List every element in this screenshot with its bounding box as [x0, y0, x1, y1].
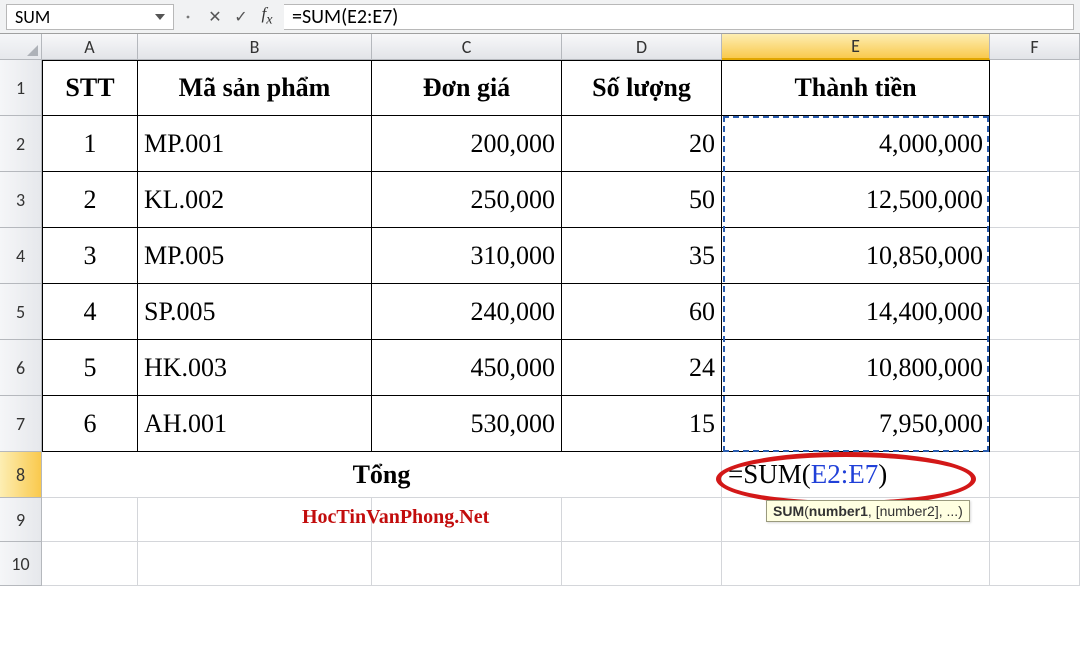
cell-F3[interactable]: [990, 172, 1080, 228]
row-header-10[interactable]: 10: [0, 542, 42, 586]
row-header-2[interactable]: 2: [0, 116, 42, 172]
cell-F6[interactable]: [990, 340, 1080, 396]
cell-C10[interactable]: [372, 542, 562, 586]
formula-suffix: ): [878, 459, 887, 490]
cell-D3[interactable]: 50: [562, 172, 722, 228]
cell-E7[interactable]: 7,950,000: [722, 396, 990, 452]
row-header-6[interactable]: 6: [0, 340, 42, 396]
cell-D6[interactable]: 24: [562, 340, 722, 396]
cell-A4[interactable]: 3: [42, 228, 138, 284]
cell-B7[interactable]: AH.001: [138, 396, 372, 452]
col-header-D[interactable]: D: [562, 34, 722, 60]
row-header-3[interactable]: 3: [0, 172, 42, 228]
cell-A2[interactable]: 1: [42, 116, 138, 172]
cell-F2[interactable]: [990, 116, 1080, 172]
row-header-5[interactable]: 5: [0, 284, 42, 340]
cell-B2[interactable]: MP.001: [138, 116, 372, 172]
cell-A6[interactable]: 5: [42, 340, 138, 396]
formula-range: E2:E7: [811, 459, 879, 490]
cell-E1[interactable]: Thành tiền: [722, 60, 990, 116]
watermark-text: HocTinVanPhong.Net: [302, 506, 489, 529]
cell-E5[interactable]: 14,400,000: [722, 284, 990, 340]
cell-E10[interactable]: [722, 542, 990, 586]
cell-A9[interactable]: [42, 498, 138, 542]
row-header-7[interactable]: 7: [0, 396, 42, 452]
cell-C3[interactable]: 250,000: [372, 172, 562, 228]
cell-C5[interactable]: 240,000: [372, 284, 562, 340]
col-header-B[interactable]: B: [138, 34, 372, 60]
cell-A1[interactable]: STT: [42, 60, 138, 116]
cell-D9[interactable]: [562, 498, 722, 542]
select-all-corner[interactable]: [0, 34, 42, 60]
cell-E3[interactable]: 12,500,000: [722, 172, 990, 228]
cell-B1[interactable]: Mã sản phẩm: [138, 60, 372, 116]
cell-E4[interactable]: 10,850,000: [722, 228, 990, 284]
cell-D4[interactable]: 35: [562, 228, 722, 284]
cell-A10[interactable]: [42, 542, 138, 586]
formula-input[interactable]: =SUM(E2:E7): [284, 4, 1074, 30]
cell-E6[interactable]: 10,800,000: [722, 340, 990, 396]
cell-C2[interactable]: 200,000: [372, 116, 562, 172]
cell-C1[interactable]: Đơn giá: [372, 60, 562, 116]
cell-F8[interactable]: [990, 452, 1080, 498]
col-header-A[interactable]: A: [42, 34, 138, 60]
cell-F10[interactable]: [990, 542, 1080, 586]
cell-B10[interactable]: [138, 542, 372, 586]
cell-D7[interactable]: 15: [562, 396, 722, 452]
function-tooltip: SUM(number1, [number2], ...): [766, 500, 970, 522]
cell-D10[interactable]: [562, 542, 722, 586]
cell-C6[interactable]: 450,000: [372, 340, 562, 396]
tooltip-fn: SUM: [773, 503, 804, 519]
formula-prefix: =SUM(: [728, 459, 811, 490]
cell-E8-active[interactable]: =SUM(E2:E7): [722, 452, 990, 498]
formula-text: =SUM(E2:E7): [292, 5, 398, 29]
cell-D2[interactable]: 20: [562, 116, 722, 172]
cell-B4[interactable]: MP.005: [138, 228, 372, 284]
cell-A5[interactable]: 4: [42, 284, 138, 340]
enter-icon[interactable]: ✓: [228, 4, 254, 30]
cell-F5[interactable]: [990, 284, 1080, 340]
spreadsheet-grid[interactable]: A B C D E F 1 STT Mã sản phẩm Đơn giá Số…: [0, 34, 1080, 586]
row-header-8[interactable]: 8: [0, 452, 42, 498]
name-box-value: SUM: [15, 6, 50, 28]
name-box-expand[interactable]: [174, 9, 202, 25]
formula-bar: SUM ✕ ✓ fx =SUM(E2:E7): [0, 0, 1080, 34]
cell-A8-total-label[interactable]: Tổng: [42, 452, 722, 498]
cell-D1[interactable]: Số lượng: [562, 60, 722, 116]
cell-F9[interactable]: [990, 498, 1080, 542]
row-header-1[interactable]: 1: [0, 60, 42, 116]
cell-A7[interactable]: 6: [42, 396, 138, 452]
col-header-C[interactable]: C: [372, 34, 562, 60]
cell-F7[interactable]: [990, 396, 1080, 452]
cell-D5[interactable]: 60: [562, 284, 722, 340]
cell-F4[interactable]: [990, 228, 1080, 284]
cell-B5[interactable]: SP.005: [138, 284, 372, 340]
cell-B6[interactable]: HK.003: [138, 340, 372, 396]
name-box[interactable]: SUM: [6, 4, 174, 30]
cell-C4[interactable]: 310,000: [372, 228, 562, 284]
cell-A3[interactable]: 2: [42, 172, 138, 228]
cell-B3[interactable]: KL.002: [138, 172, 372, 228]
col-header-F[interactable]: F: [990, 34, 1080, 60]
cell-E2[interactable]: 4,000,000: [722, 116, 990, 172]
fx-icon[interactable]: fx: [254, 4, 280, 30]
col-header-E[interactable]: E: [722, 34, 990, 60]
cell-F1[interactable]: [990, 60, 1080, 116]
cell-C7[interactable]: 530,000: [372, 396, 562, 452]
chevron-down-icon[interactable]: [155, 14, 165, 20]
row-header-4[interactable]: 4: [0, 228, 42, 284]
row-header-9[interactable]: 9: [0, 498, 42, 542]
cancel-icon[interactable]: ✕: [202, 4, 228, 30]
